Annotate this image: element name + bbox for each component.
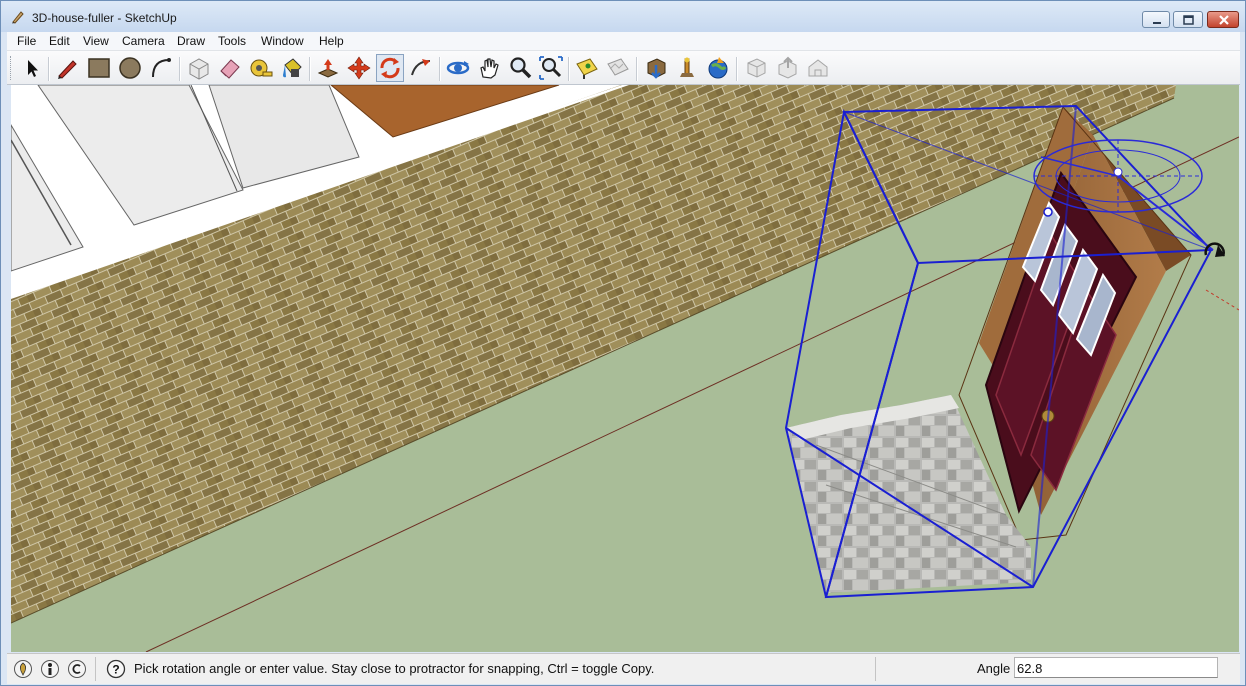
rotate-icon[interactable] — [376, 54, 404, 82]
arc-icon[interactable] — [148, 55, 174, 81]
status-divider — [875, 657, 876, 681]
close-button[interactable] — [1207, 11, 1239, 28]
toggle-terrain-icon[interactable] — [605, 55, 631, 81]
menu-help[interactable]: Help — [319, 34, 344, 48]
minimize-button[interactable] — [1142, 11, 1170, 28]
pencil-icon[interactable] — [54, 55, 80, 81]
model-scene — [11, 85, 1239, 652]
menu-window[interactable]: Window — [261, 34, 304, 48]
zoom-icon[interactable] — [507, 55, 533, 81]
push-pull-icon[interactable] — [315, 55, 341, 81]
eraser-icon[interactable] — [217, 55, 243, 81]
get-models-gray-icon[interactable] — [743, 55, 769, 81]
make-component-icon[interactable] — [186, 55, 212, 81]
circle-icon[interactable] — [117, 55, 143, 81]
share-model-gray-icon[interactable] — [774, 55, 800, 81]
toolbar — [7, 51, 1240, 85]
zoom-extents-icon[interactable] — [538, 55, 564, 81]
menu-draw[interactable]: Draw — [177, 34, 205, 48]
title-bar[interactable]: 3D-house-fuller - SketchUp — [1, 1, 1245, 32]
status-message: Pick rotation angle or enter value. Stay… — [134, 661, 655, 676]
svg-text:?: ? — [112, 663, 119, 677]
google-earth-icon[interactable] — [705, 55, 731, 81]
menu-tools[interactable]: Tools — [218, 34, 246, 48]
menu-file[interactable]: File — [17, 34, 36, 48]
rectangle-icon[interactable] — [86, 55, 112, 81]
maximize-icon — [1183, 15, 1194, 25]
sketchup-app-icon — [12, 11, 24, 24]
drawing-viewport[interactable] — [11, 85, 1239, 652]
orbit-icon[interactable] — [445, 55, 471, 81]
minimize-icon — [1153, 22, 1161, 24]
get-models-icon[interactable] — [643, 55, 669, 81]
sketchup-window: 3D-house-fuller - SketchUp File Edit Vie… — [0, 0, 1246, 686]
share-component-gray-icon[interactable] — [805, 55, 831, 81]
measurement-label: Angle — [977, 661, 1011, 676]
menu-edit[interactable]: Edit — [49, 34, 70, 48]
paint-bucket-icon[interactable] — [279, 55, 305, 81]
close-icon — [1219, 15, 1229, 25]
menu-bar: File Edit View Camera Draw Tools Window … — [7, 32, 1240, 51]
credits-icon[interactable] — [40, 659, 60, 679]
pan-icon[interactable] — [476, 55, 502, 81]
share-model-icon[interactable] — [674, 55, 700, 81]
tape-measure-icon[interactable] — [248, 55, 274, 81]
copyright-icon[interactable] — [67, 659, 87, 679]
follow-me-icon[interactable] — [408, 55, 434, 81]
status-bar: ? Pick rotation angle or enter value. St… — [7, 653, 1240, 684]
help-icon[interactable]: ? — [106, 659, 126, 679]
add-location-icon[interactable] — [574, 55, 600, 81]
geo-location-icon[interactable] — [13, 659, 33, 679]
menu-view[interactable]: View — [83, 34, 109, 48]
maximize-button[interactable] — [1173, 11, 1203, 28]
measurement-input[interactable] — [1014, 657, 1218, 678]
toolbar-grip[interactable] — [10, 56, 13, 80]
move-icon[interactable] — [346, 55, 372, 81]
select-icon[interactable] — [19, 55, 45, 81]
menu-camera[interactable]: Camera — [122, 34, 165, 48]
window-title: 3D-house-fuller - SketchUp — [32, 11, 177, 25]
